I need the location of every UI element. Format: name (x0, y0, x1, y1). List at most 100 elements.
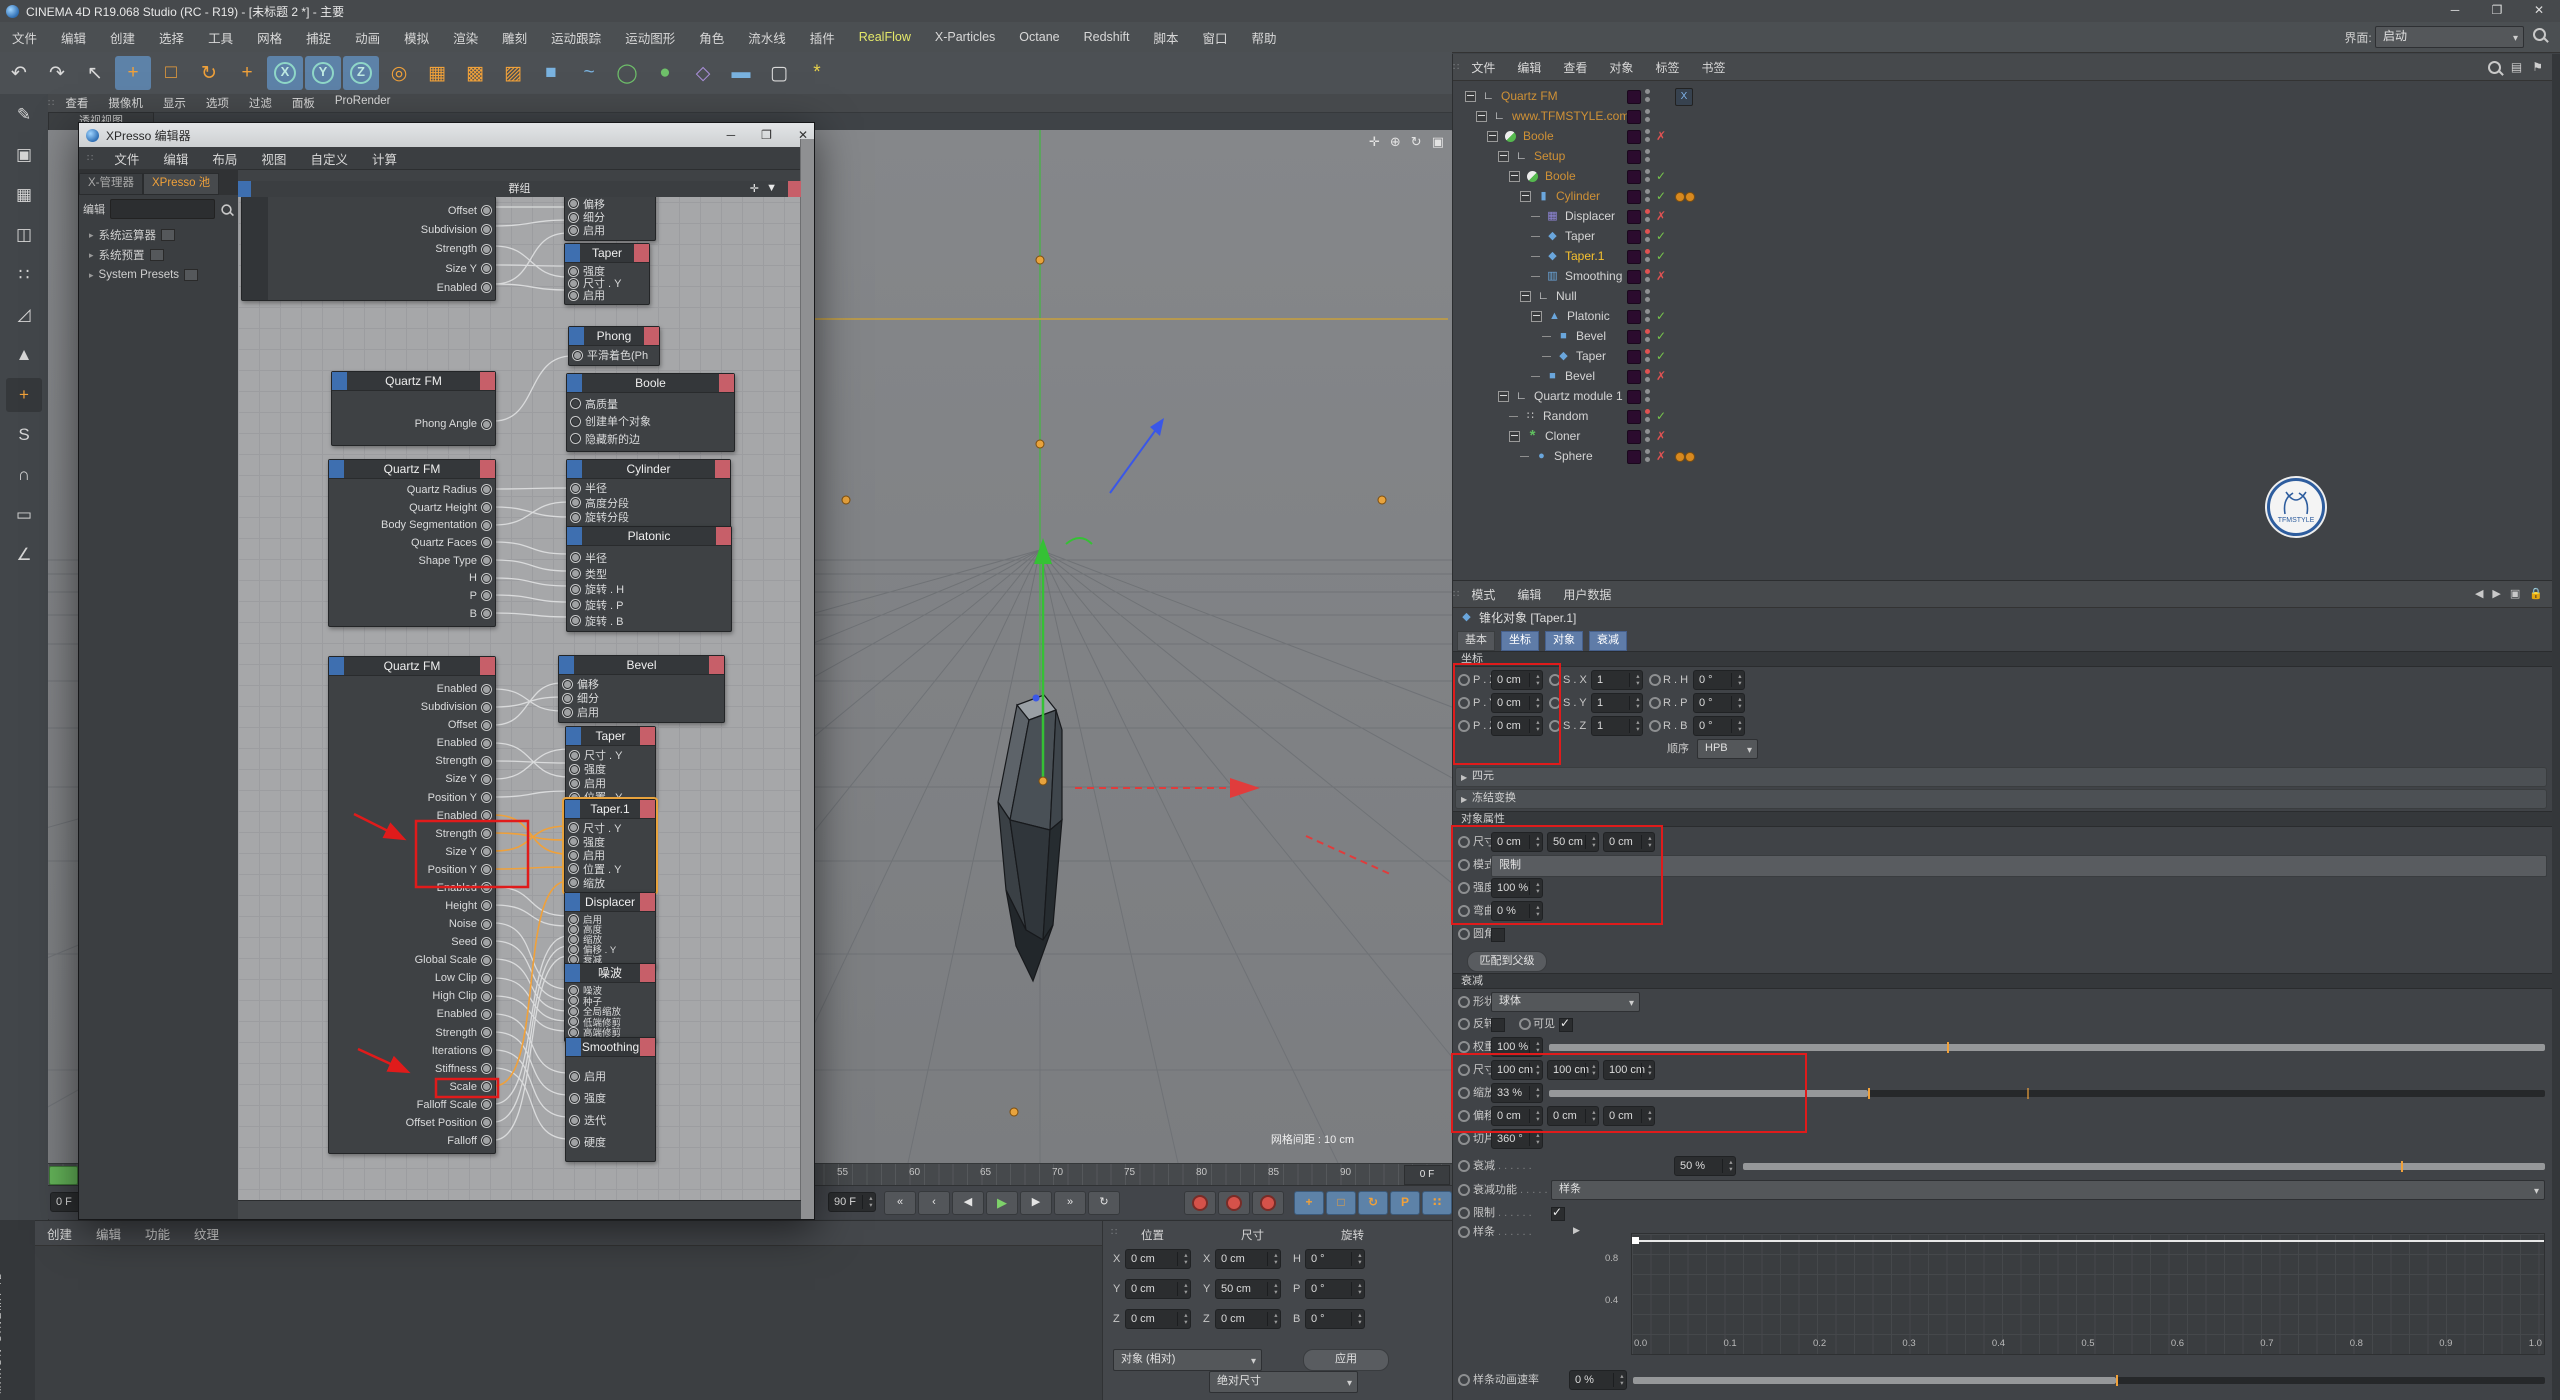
layer-chip[interactable] (1627, 210, 1641, 224)
loop-button[interactable]: ↻ (1088, 1191, 1120, 1215)
menu-item[interactable]: 角色 (687, 28, 736, 47)
visibility-dots[interactable] (1645, 106, 1651, 126)
enable-status[interactable] (1656, 306, 1670, 326)
next-frame-button[interactable]: ▶ (1020, 1191, 1052, 1215)
scale-icon[interactable]: □ (153, 56, 189, 90)
interactive-render-icon[interactable]: ▨ (495, 56, 531, 90)
coord-field[interactable]: 50 cm (1215, 1279, 1281, 1299)
menu-item[interactable]: Redshift (1072, 30, 1142, 44)
last-tool-icon[interactable]: + (229, 56, 265, 90)
viewport-solo-icon[interactable]: S (6, 418, 42, 452)
menu-item[interactable]: 插件 (798, 28, 847, 47)
tab-falloff[interactable]: 衰减 (1589, 631, 1627, 651)
minimize-button[interactable]: ─ (727, 128, 736, 142)
om-bookmark-icon[interactable]: ⚑ (2532, 60, 2543, 74)
rh-field[interactable]: 0 ° (1693, 670, 1745, 690)
anim-dot[interactable] (1458, 1110, 1470, 1122)
enable-status[interactable] (1656, 266, 1670, 286)
viewport-menu-item[interactable]: 选项 (196, 95, 239, 111)
coord-field[interactable]: 0 ° (1305, 1279, 1365, 1299)
visibility-dots[interactable] (1645, 426, 1651, 446)
xpresso-menu-item[interactable]: 文件 (102, 149, 151, 168)
xpresso-title-bar[interactable]: XPresso 编辑器 ─ ❐ ✕ (79, 123, 814, 147)
om-menu-item[interactable]: 书签 (1690, 59, 1736, 76)
timeline-slider-handle[interactable] (49, 1166, 78, 1185)
play-button[interactable]: ▶ (986, 1191, 1018, 1215)
coord-field[interactable]: 0 ° (1305, 1309, 1365, 1329)
falloff-size-field[interactable]: 100 cm (1491, 1060, 1543, 1080)
menu-item[interactable]: 编辑 (49, 28, 98, 47)
weight-field[interactable]: 100 % (1491, 1037, 1543, 1057)
layer-chip[interactable] (1627, 90, 1641, 104)
close-button[interactable]: ✕ (2518, 0, 2560, 22)
interface-dropdown[interactable]: 启动 (2375, 26, 2524, 48)
layer-chip[interactable] (1627, 350, 1641, 364)
object-row[interactable]: Cylinder (1453, 186, 2553, 206)
object-name[interactable]: Platonic (1567, 309, 1610, 323)
anim-dot[interactable] (1458, 996, 1470, 1008)
expand-toggle[interactable] (1487, 131, 1498, 142)
xpresso-node-canvas[interactable]: 群组 ✛ ▼ (238, 181, 801, 1201)
anim-dot[interactable] (1549, 720, 1561, 732)
falloff-size-field[interactable]: 100 cm (1547, 1060, 1599, 1080)
quantize-icon[interactable]: ∠ (6, 538, 42, 572)
object-name[interactable]: Displacer (1565, 209, 1615, 223)
menu-item[interactable]: 模拟 (392, 28, 441, 47)
spline-curve-editor[interactable]: 0.00.10.20.30.40.50.60.70.80.91.0 (1631, 1233, 2545, 1355)
menu-item[interactable]: 创建 (98, 28, 147, 47)
menu-item[interactable]: 工具 (196, 28, 245, 47)
expand-toggle[interactable] (1498, 391, 1509, 402)
object-name[interactable]: Cloner (1545, 429, 1580, 443)
enable-status[interactable] (1656, 426, 1670, 446)
anim-dot[interactable] (1649, 720, 1661, 732)
menu-item[interactable]: 动画 (343, 28, 392, 47)
menu-item[interactable]: Octane (1007, 30, 1071, 44)
falloff-function-dropdown[interactable]: 样条 (1551, 1180, 2545, 1200)
visibility-dots[interactable] (1645, 406, 1651, 426)
key-parameter-toggle[interactable]: P (1390, 1191, 1420, 1215)
make-editable-icon[interactable]: ✎ (6, 98, 42, 132)
expand-toggle[interactable] (1476, 111, 1487, 122)
px-field[interactable]: 0 cm (1491, 670, 1543, 690)
enable-status[interactable] (1656, 366, 1670, 386)
weight-slider[interactable] (1549, 1044, 2545, 1051)
anim-dot[interactable] (1549, 674, 1561, 686)
visibility-dots[interactable] (1645, 446, 1651, 466)
anim-dot[interactable] (1458, 1226, 1470, 1238)
visibility-dots[interactable] (1645, 86, 1651, 106)
viewport-menu-item[interactable]: 摄像机 (98, 95, 153, 111)
pool-item[interactable]: System Presets (79, 265, 238, 285)
menu-item[interactable]: 网格 (245, 28, 294, 47)
tab-basic[interactable]: 基本 (1457, 631, 1495, 651)
axis-x-lock[interactable]: X (267, 56, 303, 90)
object-name[interactable]: Quartz FM (1501, 89, 1558, 103)
enable-status[interactable] (1656, 446, 1670, 466)
sy-field[interactable]: 1 (1591, 693, 1643, 713)
visibility-dots[interactable] (1645, 166, 1651, 186)
object-name[interactable]: Setup (1534, 149, 1565, 163)
object-name[interactable]: Bevel (1565, 369, 1595, 383)
goto-start-button[interactable]: « (884, 1191, 916, 1215)
object-row[interactable]: Random (1453, 406, 2553, 426)
expand-toggle[interactable] (1498, 151, 1509, 162)
add-camera-icon[interactable]: ▢ (761, 56, 797, 90)
anim-dot[interactable] (1649, 674, 1661, 686)
menu-item[interactable]: 雕刻 (490, 28, 539, 47)
menu-item[interactable]: 捕捉 (294, 28, 343, 47)
menu-item[interactable]: 选择 (147, 28, 196, 47)
add-cube-icon[interactable]: ■ (533, 56, 569, 90)
goto-end-button[interactable]: » (1054, 1191, 1086, 1215)
layer-chip[interactable] (1627, 370, 1641, 384)
object-name[interactable]: Taper (1576, 349, 1606, 363)
enable-status[interactable] (1656, 246, 1670, 266)
invert-checkbox[interactable] (1491, 1018, 1505, 1032)
object-name[interactable]: Sphere (1554, 449, 1593, 463)
anim-dot[interactable] (1519, 1018, 1531, 1030)
key-rotation-toggle[interactable]: ↻ (1358, 1191, 1388, 1215)
viewport-menu-item[interactable]: 过滤 (239, 95, 282, 111)
visibility-dots[interactable] (1645, 346, 1651, 366)
size-field[interactable]: 0 cm (1491, 832, 1543, 852)
object-name[interactable]: Boole (1523, 129, 1554, 143)
workplane-mode-icon[interactable]: ◫ (6, 218, 42, 252)
render-view-icon[interactable]: ▦ (419, 56, 455, 90)
